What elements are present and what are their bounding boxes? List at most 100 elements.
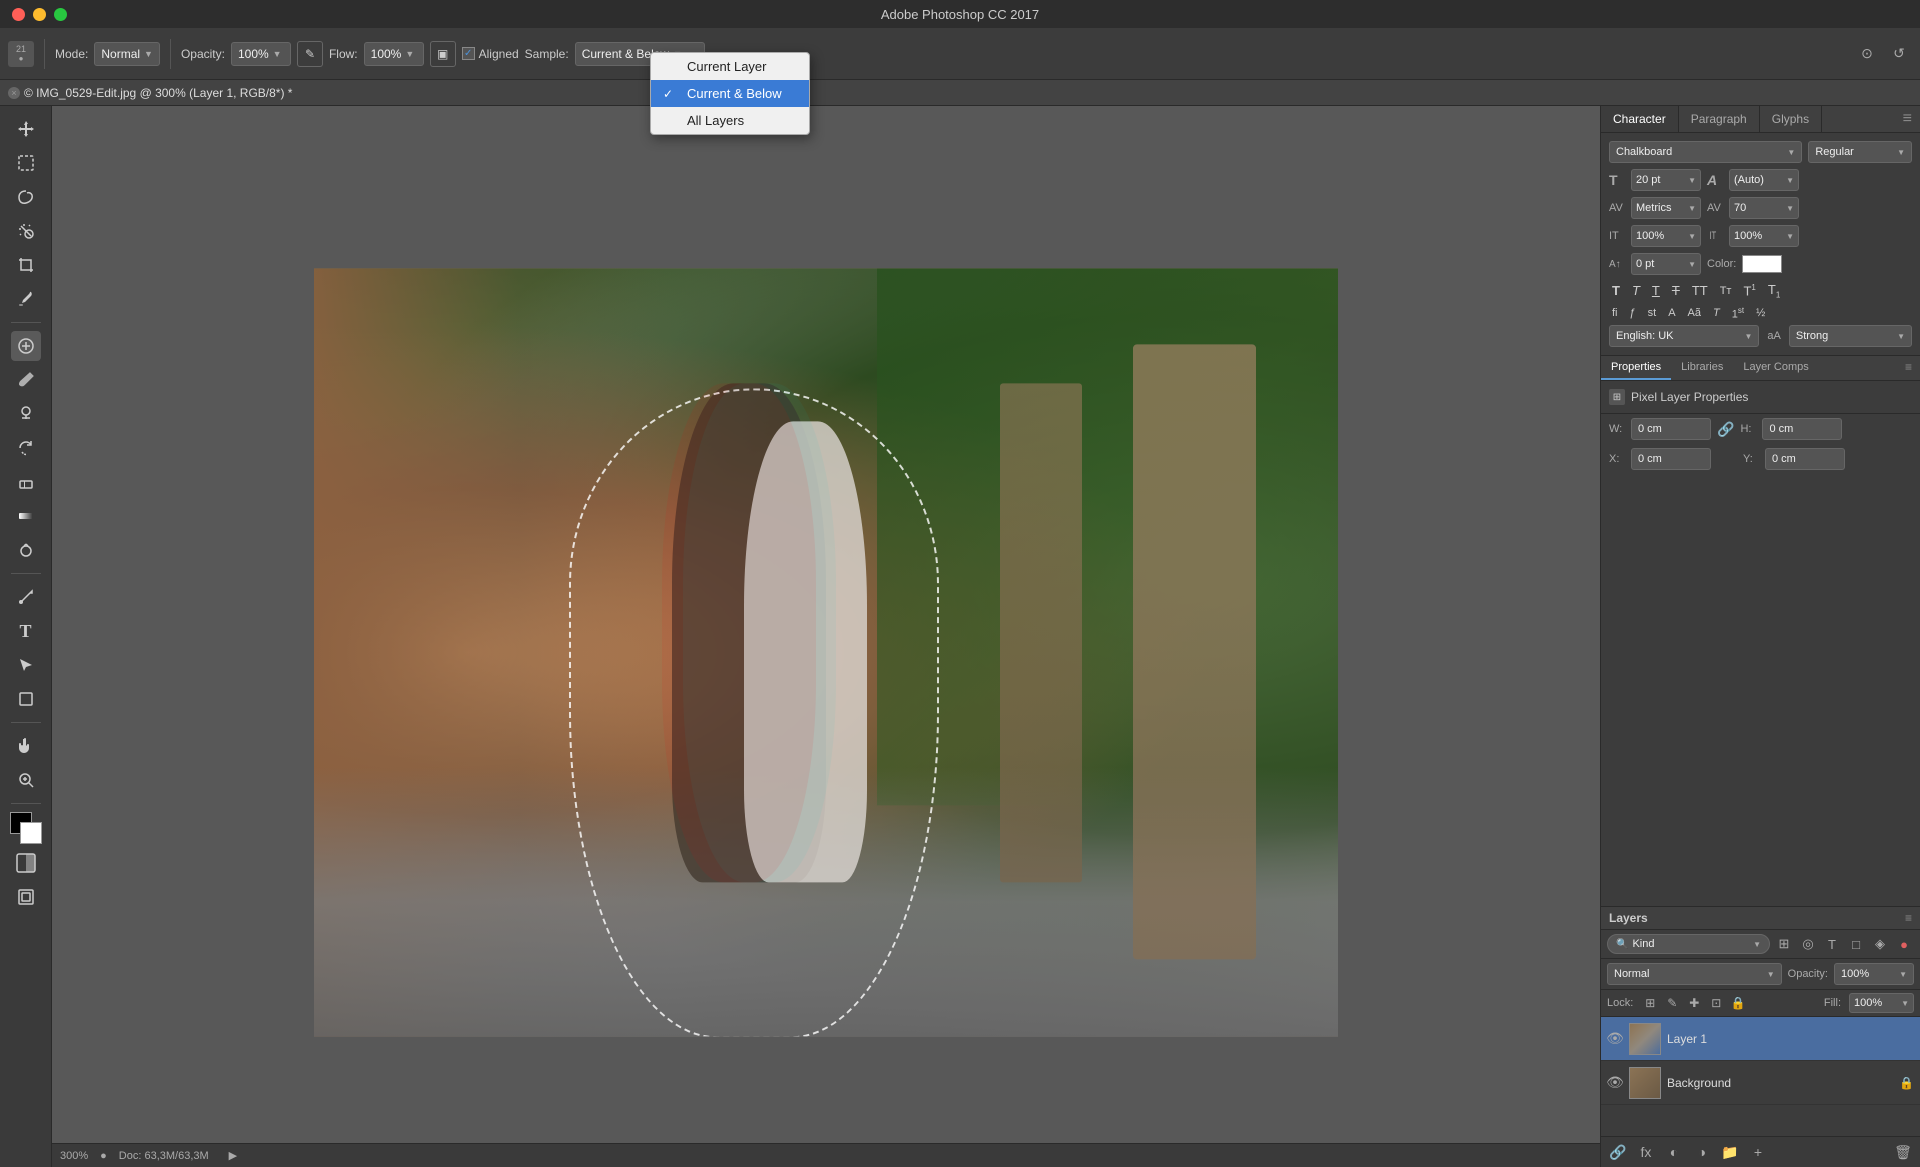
small-caps-button[interactable]: Tт: [1717, 284, 1735, 298]
clone-stamp-tool[interactable]: [11, 399, 41, 429]
close-button[interactable]: [12, 8, 25, 21]
aligned-option[interactable]: ✓ Aligned: [462, 47, 519, 61]
superior-figures-button[interactable]: 1st: [1729, 305, 1747, 322]
color-swatch[interactable]: [10, 812, 42, 844]
tab-glyphs[interactable]: Glyphs: [1760, 106, 1822, 132]
status-arrow[interactable]: ▶: [229, 1149, 237, 1162]
bold-button[interactable]: T: [1609, 282, 1623, 299]
lock-all-button[interactable]: 🔒: [1729, 994, 1747, 1012]
stylistic-alt-button[interactable]: A: [1665, 306, 1678, 320]
x-input[interactable]: 0 cm: [1631, 448, 1711, 470]
dropdown-item-all-layers[interactable]: All Layers: [651, 107, 809, 134]
tab-character[interactable]: Character: [1601, 106, 1679, 132]
opacity-input[interactable]: 100% ▼: [231, 42, 291, 66]
clone-source-icon[interactable]: ⊙: [1854, 41, 1880, 67]
tab-close-button[interactable]: ×: [8, 87, 20, 99]
layer-shape-filter[interactable]: □: [1846, 934, 1866, 954]
dodge-tool[interactable]: [11, 535, 41, 565]
layer-mask-button[interactable]: ◐: [1663, 1141, 1685, 1163]
marquee-tool[interactable]: [11, 148, 41, 178]
eraser-tool[interactable]: [11, 467, 41, 497]
layer1-visibility[interactable]: 👁: [1607, 1031, 1623, 1047]
background-color[interactable]: [20, 822, 42, 844]
rectangle-tool[interactable]: [11, 684, 41, 714]
baseline-input[interactable]: 0 pt ▼: [1631, 253, 1701, 275]
antialiasing-dropdown[interactable]: Strong ▼: [1789, 325, 1912, 347]
panel-expand-icon[interactable]: ≡: [1895, 106, 1920, 132]
hand-tool[interactable]: [11, 731, 41, 761]
superscript-button[interactable]: T1: [1740, 282, 1758, 299]
ligature-button[interactable]: fi: [1609, 306, 1621, 320]
link-wh-icon[interactable]: 🔗: [1717, 421, 1734, 438]
lock-position-button[interactable]: ✚: [1685, 994, 1703, 1012]
airbrush-icon[interactable]: ▣: [430, 41, 456, 67]
layer-pixel-filter[interactable]: ⊞: [1774, 934, 1794, 954]
move-tool[interactable]: [11, 114, 41, 144]
layer-adjustment-filter[interactable]: ◎: [1798, 934, 1818, 954]
scale-v-input[interactable]: 100% ▼: [1729, 225, 1799, 247]
minimize-button[interactable]: [33, 8, 46, 21]
background-visibility[interactable]: 👁: [1607, 1075, 1623, 1091]
tracking-dropdown[interactable]: Metrics ▼: [1631, 197, 1701, 219]
font-style-dropdown[interactable]: Regular ▼: [1808, 141, 1912, 163]
mode-dropdown[interactable]: Normal ▼: [94, 42, 160, 66]
discretionary-ligature-button[interactable]: ƒ: [1627, 306, 1639, 320]
link-layers-button[interactable]: 🔗: [1607, 1141, 1629, 1163]
contextual-alt-button[interactable]: st: [1645, 306, 1660, 320]
layer-row-background[interactable]: 👁 Background 🔒: [1601, 1061, 1920, 1105]
language-dropdown[interactable]: English: UK ▼: [1609, 325, 1759, 347]
layers-expand-icon[interactable]: ≡: [1905, 911, 1912, 925]
layers-opacity-input[interactable]: 100% ▼: [1834, 963, 1914, 985]
new-layer-button[interactable]: +: [1747, 1141, 1769, 1163]
gradient-tool[interactable]: [11, 501, 41, 531]
layer-type-filter[interactable]: T: [1822, 934, 1842, 954]
layers-filter-dropdown[interactable]: 🔍 Kind ▼: [1607, 934, 1770, 954]
all-caps-button[interactable]: TT: [1689, 282, 1711, 299]
italic-button[interactable]: T: [1629, 282, 1643, 299]
oldstyle-figures-button[interactable]: T: [1710, 306, 1723, 320]
tab-paragraph[interactable]: Paragraph: [1679, 106, 1760, 132]
w-input[interactable]: 0 cm: [1631, 418, 1711, 440]
magic-wand-tool[interactable]: [11, 216, 41, 246]
eyedropper-tool[interactable]: [11, 284, 41, 314]
layer-filter-toggle[interactable]: ●: [1894, 934, 1914, 954]
lasso-tool[interactable]: [11, 182, 41, 212]
canvas-image[interactable]: [314, 268, 1338, 1036]
change-screen-mode[interactable]: [11, 882, 41, 912]
layer-smartobj-filter[interactable]: ◈: [1870, 934, 1890, 954]
underline-button[interactable]: T: [1649, 282, 1663, 299]
path-selection-tool[interactable]: [11, 650, 41, 680]
scale-h-input[interactable]: 100% ▼: [1631, 225, 1701, 247]
adjustment-layer-button[interactable]: ◑: [1691, 1141, 1713, 1163]
strikethrough-button[interactable]: T: [1669, 282, 1683, 299]
fraction-button[interactable]: ½: [1753, 306, 1768, 320]
layer-style-button[interactable]: fx: [1635, 1141, 1657, 1163]
type-tool[interactable]: T: [11, 616, 41, 646]
fullscreen-button[interactable]: [54, 8, 67, 21]
layer-row-layer1[interactable]: 👁 Layer 1: [1601, 1017, 1920, 1061]
kerning-input[interactable]: 70 ▼: [1729, 197, 1799, 219]
lock-image-button[interactable]: ✎: [1663, 994, 1681, 1012]
y-input[interactable]: 0 cm: [1765, 448, 1845, 470]
dropdown-item-current-below[interactable]: ✓ Current & Below: [651, 80, 809, 107]
layers-mode-dropdown[interactable]: Normal ▼: [1607, 963, 1782, 985]
delete-layer-button[interactable]: 🗑: [1892, 1141, 1914, 1163]
font-size-input[interactable]: 20 pt ▼: [1631, 169, 1701, 191]
history-icon[interactable]: ↺: [1886, 41, 1912, 67]
dropdown-item-current-layer[interactable]: Current Layer: [651, 53, 809, 80]
quick-mask-tool[interactable]: [11, 848, 41, 878]
font-family-dropdown[interactable]: Chalkboard ▼: [1609, 141, 1802, 163]
healing-brush-tool[interactable]: [11, 331, 41, 361]
color-swatch-character[interactable]: [1742, 255, 1782, 273]
lock-pixels-button[interactable]: ⊞: [1641, 994, 1659, 1012]
flow-input[interactable]: 100% ▼: [364, 42, 424, 66]
tab-properties[interactable]: Properties: [1601, 356, 1671, 380]
h-input[interactable]: 0 cm: [1762, 418, 1842, 440]
fill-input[interactable]: 100% ▼: [1849, 993, 1914, 1013]
properties-expand-icon[interactable]: ≡: [1897, 356, 1920, 380]
brush-options-icon[interactable]: ✎: [297, 41, 323, 67]
tab-layer-comps[interactable]: Layer Comps: [1733, 356, 1818, 380]
lock-artboard-button[interactable]: ⊡: [1707, 994, 1725, 1012]
titling-alt-button[interactable]: Aã: [1685, 306, 1704, 320]
pen-tool[interactable]: [11, 582, 41, 612]
